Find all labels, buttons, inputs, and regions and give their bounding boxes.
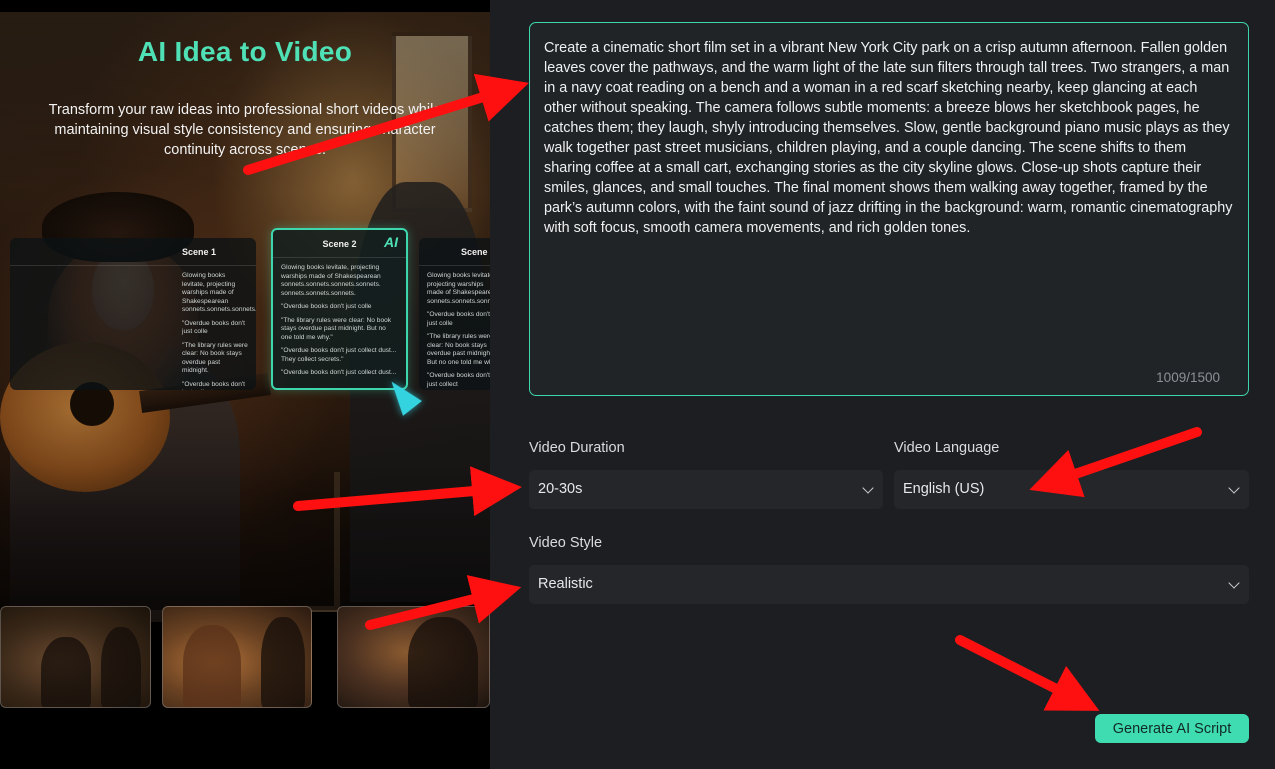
scene-card-title: Scene 3 bbox=[419, 238, 490, 266]
video-language-label: Video Language bbox=[894, 440, 1000, 456]
idea-prompt-textarea[interactable]: Create a cinematic short film set in a v… bbox=[529, 22, 1249, 396]
scene-line: Glowing books levitate, projecting warsh… bbox=[182, 272, 256, 313]
scene-line: "The library rules were clear: No book s… bbox=[182, 341, 248, 375]
thumbnail-strip bbox=[0, 606, 490, 710]
video-language-value: English (US) bbox=[903, 481, 985, 497]
video-thumbnail[interactable] bbox=[0, 606, 151, 708]
scene-line: "Overdue books don't just colle bbox=[182, 319, 245, 336]
video-thumbnail[interactable] bbox=[162, 606, 312, 708]
scene-line: "Overdue books don't just collect dust..… bbox=[281, 369, 397, 376]
scene-line: "Overdue books don't just collect bbox=[182, 380, 245, 391]
hero-title: AI Idea to Video bbox=[137, 36, 353, 67]
scene-card-2: Scene 2 AI Glowing books levitate, proje… bbox=[271, 228, 408, 390]
video-style-select[interactable]: Realistic bbox=[529, 565, 1249, 604]
character-count: 1009/1500 bbox=[1156, 370, 1220, 385]
scene-line: "Overdue books don't just colle bbox=[427, 311, 490, 327]
video-duration-label: Video Duration bbox=[529, 440, 625, 456]
scene-line: Glowing books levitate, projecting warsh… bbox=[427, 272, 490, 305]
thumbnail-figure bbox=[101, 627, 141, 707]
scene-line: "Overdue books don't just colle bbox=[281, 303, 372, 310]
scene-line: "The library rules were clear: No book s… bbox=[281, 316, 392, 341]
scene-card-3: Scene 3 Glowing books levitate, projecti… bbox=[419, 238, 490, 390]
thumbnail-figure bbox=[261, 617, 305, 707]
app-root: AI Idea to Video Transform your raw idea… bbox=[0, 0, 1275, 769]
scene-line: "The library rules were clear: No book s… bbox=[427, 333, 490, 366]
chevron-down-icon bbox=[1228, 482, 1240, 494]
scene-card-1: Scene 1 Glowing books levitate, projecti… bbox=[10, 238, 256, 390]
form-panel: Create a cinematic short film set in a v… bbox=[490, 0, 1275, 769]
scene-card-body: Glowing books levitate, projecting warsh… bbox=[419, 266, 490, 390]
video-duration-select[interactable]: 20-30s bbox=[529, 470, 883, 509]
chevron-down-icon bbox=[862, 482, 874, 494]
video-language-select[interactable]: English (US) bbox=[894, 470, 1249, 509]
generate-ai-script-button[interactable]: Generate AI Script bbox=[1095, 714, 1249, 743]
video-thumbnail[interactable] bbox=[337, 606, 490, 708]
scene-card-title: Scene 1 bbox=[10, 238, 256, 266]
scene-line: "Overdue books don't just collect bbox=[427, 372, 490, 388]
video-style-value: Realistic bbox=[538, 576, 593, 592]
scene-card-body: Glowing books levitate, projecting warsh… bbox=[10, 266, 256, 390]
ai-badge: AI bbox=[384, 234, 398, 250]
hero-subtitle: Transform your raw ideas into profession… bbox=[48, 102, 442, 158]
promo-panel: AI Idea to Video Transform your raw idea… bbox=[0, 0, 490, 769]
thumbnail-figure bbox=[408, 617, 478, 707]
scene-card-body: Glowing books levitate, projecting warsh… bbox=[273, 258, 406, 388]
thumbnail-figure bbox=[41, 637, 91, 707]
chevron-down-icon bbox=[1228, 577, 1240, 589]
idea-prompt-text[interactable]: Create a cinematic short film set in a v… bbox=[544, 38, 1234, 238]
scene-line: "Overdue books don't just collect dust..… bbox=[281, 347, 397, 363]
video-style-label: Video Style bbox=[529, 535, 603, 551]
scene-line: Glowing books levitate, projecting warsh… bbox=[281, 264, 381, 297]
thumbnail-figure bbox=[183, 625, 241, 707]
video-duration-value: 20-30s bbox=[538, 481, 583, 497]
